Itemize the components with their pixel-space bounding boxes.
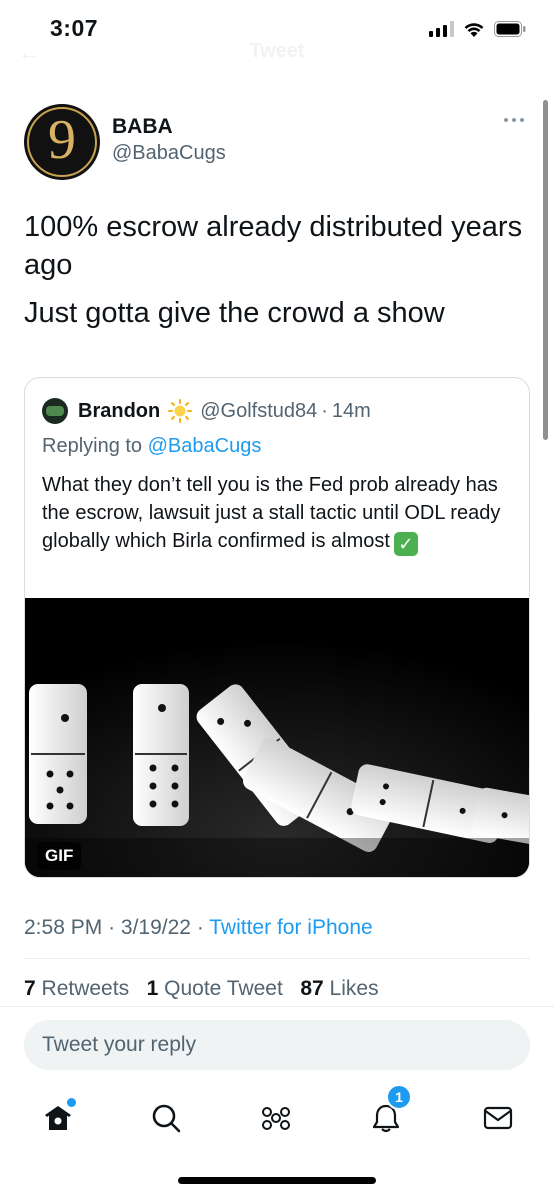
replying-handle-link[interactable]: @BabaCugs [148, 435, 262, 457]
quote-author-avatar [42, 398, 68, 424]
quote-media-gif[interactable]: GIF [25, 598, 529, 877]
nav-title: Tweet [249, 40, 305, 62]
tweet-text: 100% escrow already distributed years ag… [24, 208, 524, 332]
quoted-tweet-card[interactable]: Brandon @Golfstud84 · 14m Replying to @B… [24, 377, 530, 878]
bottom-tab-bar: 1 [0, 1084, 554, 1146]
quote-replying-to: Replying to @BabaCugs [42, 435, 261, 458]
sun-emoji-icon [168, 399, 193, 423]
scrollbar[interactable] [543, 100, 548, 440]
retweets-stat[interactable]: 7 Retweets [24, 977, 129, 1000]
quote-header: Brandon @Golfstud84 · 14m [42, 398, 371, 424]
meta-separator: · [196, 916, 210, 939]
wifi-icon [462, 20, 486, 38]
divider [0, 1006, 554, 1007]
likes-stat[interactable]: 87 Likes [300, 977, 378, 1000]
more-options-icon[interactable] [504, 118, 524, 122]
tab-notifications[interactable]: 1 [370, 1084, 412, 1134]
quote-author-name: Brandon [78, 399, 161, 422]
tab-search[interactable] [150, 1102, 182, 1134]
tweet-text-line: 100% escrow already distributed years ag… [24, 211, 523, 281]
tweet-stats: 7 Retweets 1 Quote Tweet 87 Likes [24, 977, 379, 1001]
mail-icon [483, 1106, 513, 1130]
tab-home[interactable] [42, 1098, 76, 1134]
tweet-meta: 2:58 PM · 3/19/22 · Twitter for iPhone [24, 916, 373, 940]
retweets-label: Retweets [41, 977, 130, 1000]
quote-separator: · [321, 399, 328, 422]
author-name[interactable]: BABA [112, 115, 173, 139]
home-new-dot [67, 1098, 76, 1107]
cellular-signal-icon [429, 21, 454, 37]
likes-label: Likes [329, 977, 379, 1000]
avatar-ring [27, 107, 97, 177]
check-mark-emoji-icon: ✓ [393, 532, 418, 556]
quote-author-handle: @Golfstud84 [200, 399, 318, 422]
quote-text: What they don’t tell you is the Fed prob… [42, 471, 522, 556]
status-icons [429, 20, 526, 38]
divider [24, 958, 530, 959]
meta-separator: · [108, 916, 121, 939]
quote-text-body: What they don’t tell you is the Fed prob… [42, 474, 501, 552]
tweet-time: 2:58 PM [24, 916, 103, 939]
reply-input[interactable] [24, 1020, 530, 1070]
dominoes-image [25, 598, 529, 877]
retweets-count: 7 [24, 977, 36, 1000]
replying-prefix: Replying to [42, 435, 148, 457]
likes-count: 87 [300, 977, 324, 1000]
tweet-source-link[interactable]: Twitter for iPhone [209, 916, 372, 939]
author-handle[interactable]: @BabaCugs [112, 142, 226, 165]
search-icon [152, 1104, 181, 1133]
gif-badge: GIF [37, 842, 82, 870]
quotes-count: 1 [146, 977, 159, 1000]
tab-messages[interactable] [482, 1102, 514, 1134]
tab-spaces[interactable] [260, 1102, 292, 1134]
quotes-label: Quote Tweet [164, 977, 283, 1000]
quotes-stat[interactable]: 1 Quote Tweet [147, 977, 283, 1000]
tweet-date: 3/19/22 [120, 916, 191, 939]
home-indicator[interactable] [178, 1177, 376, 1184]
notification-badge: 1 [386, 1084, 412, 1110]
nav-header: ← Tweet [0, 38, 554, 68]
spaces-icon [262, 1107, 290, 1130]
tweet-text-line: Just gotta give the crowd a show [24, 297, 445, 329]
battery-icon [494, 21, 526, 37]
quote-age: 14m [331, 399, 371, 422]
